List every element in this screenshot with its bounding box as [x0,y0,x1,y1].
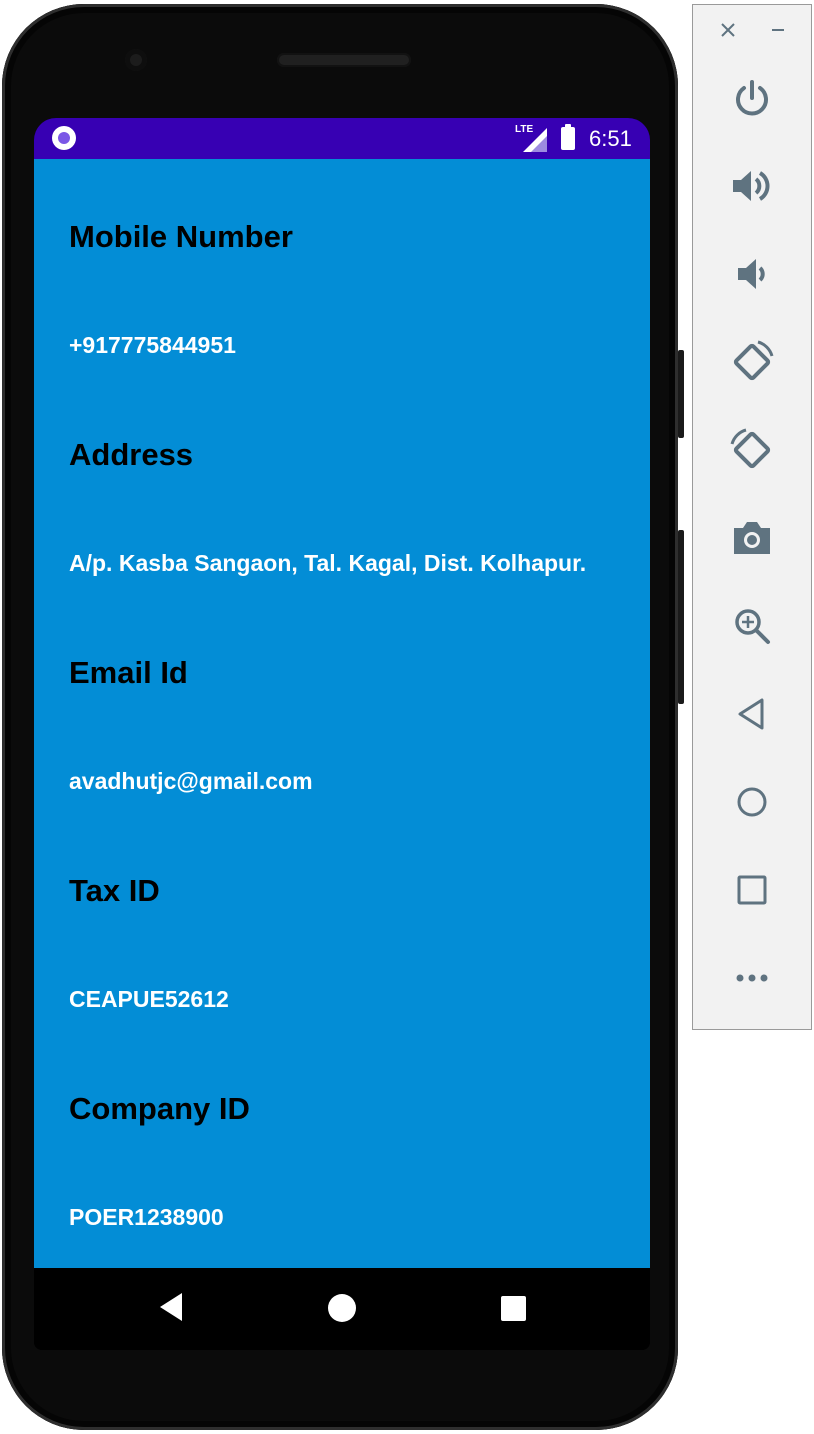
battery-icon [561,124,575,150]
more-button[interactable] [693,948,811,1008]
status-clock: 6:51 [589,126,632,151]
power-button[interactable] [693,68,811,128]
nav-back-icon[interactable] [160,1293,182,1321]
overview-button[interactable] [693,860,811,920]
home-icon [737,787,767,817]
earpiece-speaker [277,53,411,67]
email-value: avadhutjc@gmail.com [69,768,313,794]
home-button[interactable] [693,772,811,832]
zoom-button[interactable] [693,596,811,656]
camera-icon [734,522,770,554]
address-value: A/p. Kasba Sangaon, Tal. Kagal, Dist. Ko… [69,550,587,576]
device-screen: LTE 6:51 Mobile Number +917775844951 Add… [34,118,650,1350]
rotate-left-icon [733,340,774,381]
rotate-left-button[interactable] [693,332,811,392]
rotate-right-icon [730,428,771,469]
volume-up-button[interactable] [693,156,811,216]
minimize-icon[interactable] [763,15,793,45]
rotate-right-button[interactable] [693,420,811,480]
nav-home-icon[interactable] [328,1294,356,1322]
signal-icon [523,128,547,152]
power-icon [736,80,768,116]
tax-id-label: Tax ID [69,873,160,908]
back-button[interactable] [693,684,811,744]
app-notification-icon [52,126,76,150]
close-icon[interactable] [713,15,743,45]
mobile-number-label: Mobile Number [69,219,293,254]
volume-down-button[interactable] [693,244,811,304]
back-icon [738,698,764,730]
volume-down-icon [738,259,765,289]
phone-frame: LTE 6:51 Mobile Number +917775844951 Add… [2,4,678,1430]
power-hardware-button [678,350,684,438]
company-id-value: POER1238900 [69,1204,224,1230]
company-id-label: Company ID [69,1091,250,1126]
volume-hardware-button [678,530,684,704]
zoom-icon [735,609,770,644]
overview-icon [737,875,767,905]
volume-up-icon [733,171,770,201]
screenshot-button[interactable] [693,508,811,568]
status-bar: LTE 6:51 [34,118,650,159]
navigation-bar [34,1268,650,1350]
emulator-toolbar [692,4,812,1030]
address-label: Address [69,437,194,472]
tax-id-value: CEAPUE52612 [69,986,229,1012]
profile-details: Mobile Number +917775844951 Address A/p.… [34,159,650,1268]
front-camera [125,49,147,71]
mobile-number-value: +917775844951 [69,332,236,358]
email-label: Email Id [69,655,188,690]
more-icon [736,974,768,982]
nav-recents-icon[interactable] [501,1296,526,1321]
